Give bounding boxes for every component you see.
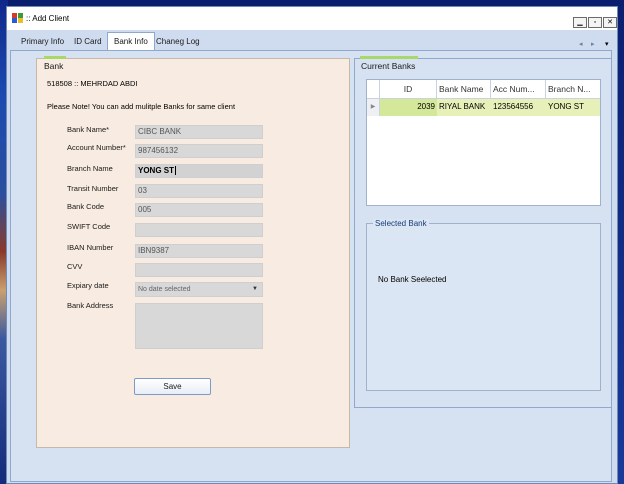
column-header-id[interactable]: ID <box>380 80 437 99</box>
bank-panel-accent <box>44 56 66 59</box>
iban-number-input[interactable]: IBN9387 <box>135 244 263 258</box>
expiry-date-label: Expiary date <box>67 281 109 290</box>
close-button[interactable]: ✕ <box>603 17 617 28</box>
bank-code-label: Bank Code <box>67 202 105 211</box>
iban-number-label: IBAN Number <box>67 243 114 252</box>
column-header-branch-name[interactable]: Branch N... <box>546 80 601 99</box>
cell-acc-num[interactable]: 123564556 <box>491 99 546 116</box>
expiry-date-value: No date selected <box>138 286 191 293</box>
tab-prev-icon[interactable]: ◂ <box>579 40 583 48</box>
branch-name-label: Branch Name <box>67 164 113 173</box>
current-banks-grid: ID Bank Name Acc Num... Branch N... ▶ 20… <box>366 79 601 206</box>
account-number-input[interactable]: 987456132 <box>135 144 263 158</box>
cell-branch-name[interactable]: YONG ST <box>546 99 601 116</box>
grid-corner <box>367 80 380 99</box>
bank-address-input[interactable] <box>135 303 263 349</box>
transit-number-input[interactable]: 03 <box>135 184 263 198</box>
tab-bank-info[interactable]: Bank Info <box>107 32 155 52</box>
grid-header: ID Bank Name Acc Num... Branch N... <box>367 80 600 99</box>
selected-bank-title: Selected Bank <box>373 219 429 228</box>
chevron-down-icon[interactable]: ▼ <box>252 283 258 296</box>
account-number-label: Account Number* <box>67 143 126 152</box>
cell-bank-name[interactable]: RIYAL BANK <box>437 99 491 116</box>
tab-primary-info[interactable]: Primary Info <box>15 34 70 51</box>
swift-code-label: SWIFT Code <box>67 222 111 231</box>
cvv-label: CVV <box>67 262 83 271</box>
maximize-button[interactable]: ▫ <box>588 17 602 28</box>
column-header-bank-name[interactable]: Bank Name <box>437 80 491 99</box>
save-button[interactable]: Save <box>134 378 211 395</box>
row-selector-icon[interactable]: ▶ <box>367 99 380 116</box>
bank-name-input[interactable]: CIBC BANK <box>135 125 263 139</box>
minimize-button[interactable]: ▁ <box>573 17 587 28</box>
desktop-background-right <box>618 0 624 484</box>
title-bar[interactable]: :: Add Client ▁ ▫ ✕ <box>7 7 617 30</box>
column-header-acc-num[interactable]: Acc Num... <box>491 80 546 99</box>
cell-id[interactable]: 2039 <box>380 99 437 116</box>
selected-bank-panel: Selected Bank No Bank Seelected <box>366 219 601 391</box>
no-bank-selected-message: No Bank Seelected <box>378 275 447 284</box>
tab-next-icon[interactable]: ▸ <box>591 40 595 48</box>
text-caret <box>175 166 177 176</box>
tab-change-log[interactable]: Chaneg Log <box>150 34 206 51</box>
app-icon <box>12 13 23 23</box>
current-banks-title: Current Banks <box>361 61 416 71</box>
cvv-input[interactable] <box>135 263 263 277</box>
transit-number-label: Transit Number <box>67 184 119 193</box>
bank-code-input[interactable]: 005 <box>135 203 263 217</box>
bank-name-label: Bank Name* <box>67 125 110 134</box>
bank-address-label: Bank Address <box>67 301 114 310</box>
client-identifier: 518508 :: MEHRDAD ABDI <box>47 79 138 88</box>
multiple-banks-note: Please Note! You can add mulitple Banks … <box>47 102 236 111</box>
window-title: :: Add Client <box>26 14 70 23</box>
bank-panel-title: Bank <box>44 61 64 71</box>
branch-name-value: YONG ST <box>138 166 175 175</box>
swift-code-input[interactable] <box>135 223 263 237</box>
expiry-date-picker[interactable]: No date selected ▼ <box>135 282 263 297</box>
current-banks-accent <box>360 56 418 59</box>
tab-menu-icon[interactable]: ▾ <box>605 40 609 48</box>
tab-id-card[interactable]: ID Card <box>68 34 108 51</box>
branch-name-input[interactable]: YONG ST <box>135 164 263 178</box>
table-row[interactable]: ▶ 2039 RIYAL BANK 123564556 YONG ST <box>367 99 600 116</box>
tab-strip: Primary Info ID Card Bank Info Chaneg Lo… <box>7 30 617 52</box>
